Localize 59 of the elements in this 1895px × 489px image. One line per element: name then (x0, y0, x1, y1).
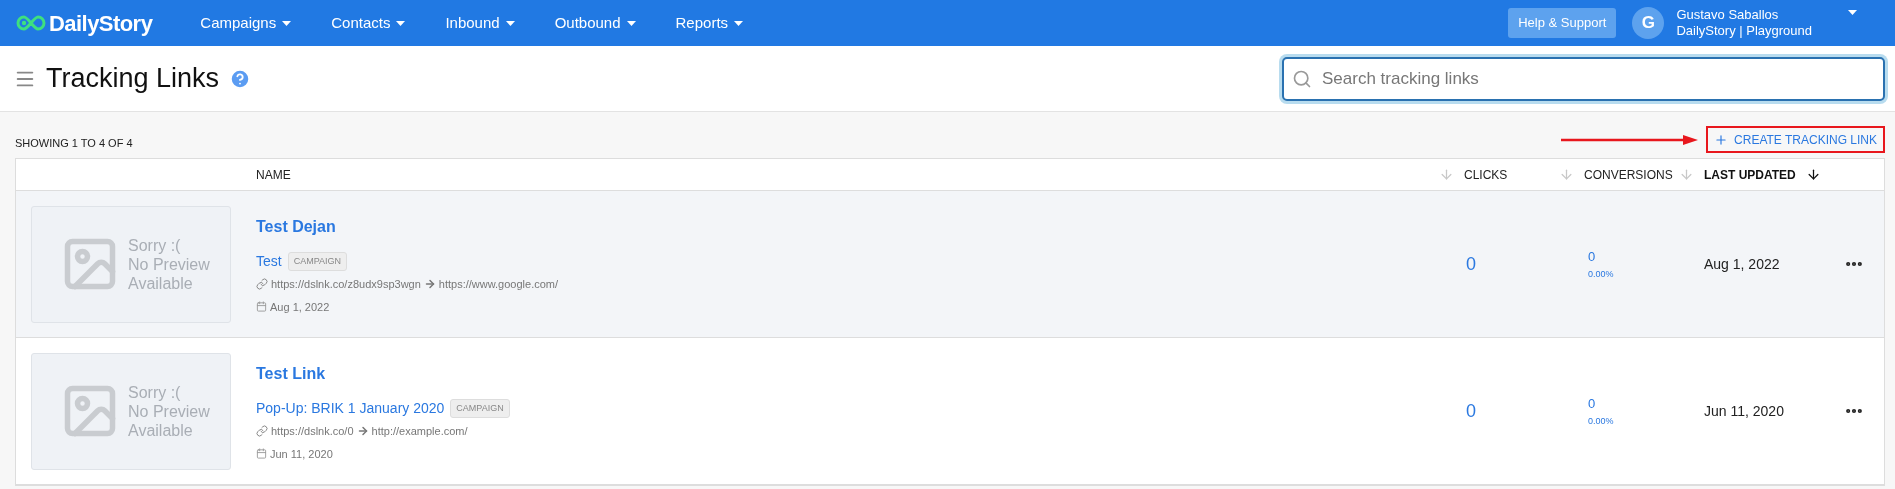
calendar-icon (256, 301, 267, 313)
preview-message: Sorry :( No Preview Available (128, 235, 210, 293)
campaign-tag: CAMPAIGN (450, 398, 510, 419)
logo-icon (16, 14, 46, 32)
help-button[interactable]: Help & Support (1508, 8, 1617, 38)
results-summary: SHOWING 1 TO 4 OF 4 (15, 135, 133, 151)
column-header[interactable]: NAME (256, 165, 291, 184)
nav-menu[interactable]: Contacts (311, 0, 426, 46)
logo-text: DailyStory (49, 9, 153, 38)
conversions-count[interactable]: 0 (1588, 393, 1704, 413)
nav-menu[interactable]: Outbound (534, 0, 656, 46)
link-name[interactable]: Test Link (256, 362, 1464, 386)
caret-icon (282, 20, 292, 26)
search-icon (1292, 68, 1312, 89)
destination-url: https://www.google.com/ (438, 277, 559, 292)
campaign-tag: CAMPAIGN (287, 251, 348, 272)
user-name: Gustavo Saballos (1676, 7, 1780, 23)
link-icon (256, 425, 268, 438)
conversions-count[interactable]: 0 (1588, 246, 1704, 266)
destination-url: http://example.com/ (371, 424, 468, 439)
create-tracking-link-button[interactable]: CREATE TRACKING LINK (1706, 126, 1885, 153)
user-menu-button[interactable] (1848, 10, 1857, 15)
page-title: Tracking Links (46, 62, 220, 96)
source-link[interactable]: Pop-Up: BRIK 1 January 2020 (256, 398, 445, 419)
caret-icon (505, 20, 515, 26)
search-field[interactable]: Search tracking links (1282, 56, 1885, 101)
short-url: https://dslnk.co/z8udx9sp3wgn (271, 277, 421, 292)
source-link[interactable]: Test (256, 251, 282, 272)
created-date: Aug 1, 2022 (270, 299, 330, 315)
preview-message: Sorry :( No Preview Available (128, 382, 210, 440)
clicks-count[interactable]: 0 (1466, 397, 1476, 425)
caret-icon (396, 20, 406, 26)
link-icon (256, 278, 268, 291)
user-avatar[interactable]: G (1632, 7, 1665, 39)
arrow-right-icon (356, 425, 369, 438)
help-icon[interactable] (229, 67, 252, 90)
column-header[interactable]: LAST UPDATED (1704, 165, 1796, 184)
nav-menu[interactable]: Reports (655, 0, 764, 46)
column-header[interactable]: CONVERSIONS (1584, 165, 1673, 184)
link-name[interactable]: Test Dejan (256, 215, 1464, 239)
nav-menu[interactable]: Inbound (425, 0, 535, 46)
caret-icon (734, 20, 744, 26)
caret-icon (1848, 10, 1857, 15)
sort-arrow-icon[interactable] (1805, 167, 1821, 182)
arrow-right-icon (423, 278, 436, 291)
column-header[interactable]: CLICKS (1464, 165, 1508, 184)
table-row[interactable]: Sorry :( No Preview Available Test Dejan Test CAMPAIGN https://dslnk.co/z8udx9sp3wgn https://www.google.com/ Aug 1, 2022 0 0 0.00% Aug 1, 2022 (16, 191, 1884, 338)
short-url: https://dslnk.co/0 (271, 424, 354, 439)
last-updated-date: Aug 1, 2022 (1704, 254, 1780, 274)
caret-icon (626, 20, 636, 26)
account-name: DailyStory | Playground (1676, 23, 1812, 39)
clicks-count[interactable]: 0 (1466, 250, 1476, 278)
conversion-rate: 0.00% (1588, 268, 1615, 281)
conversion-rate: 0.00% (1588, 415, 1615, 428)
plus-icon (1714, 132, 1729, 147)
calendar-icon (256, 448, 267, 460)
nav-menu[interactable]: Campaigns (180, 0, 312, 46)
last-updated-date: Jun 11, 2020 (1704, 401, 1784, 421)
created-date: Jun 11, 2020 (270, 446, 333, 462)
